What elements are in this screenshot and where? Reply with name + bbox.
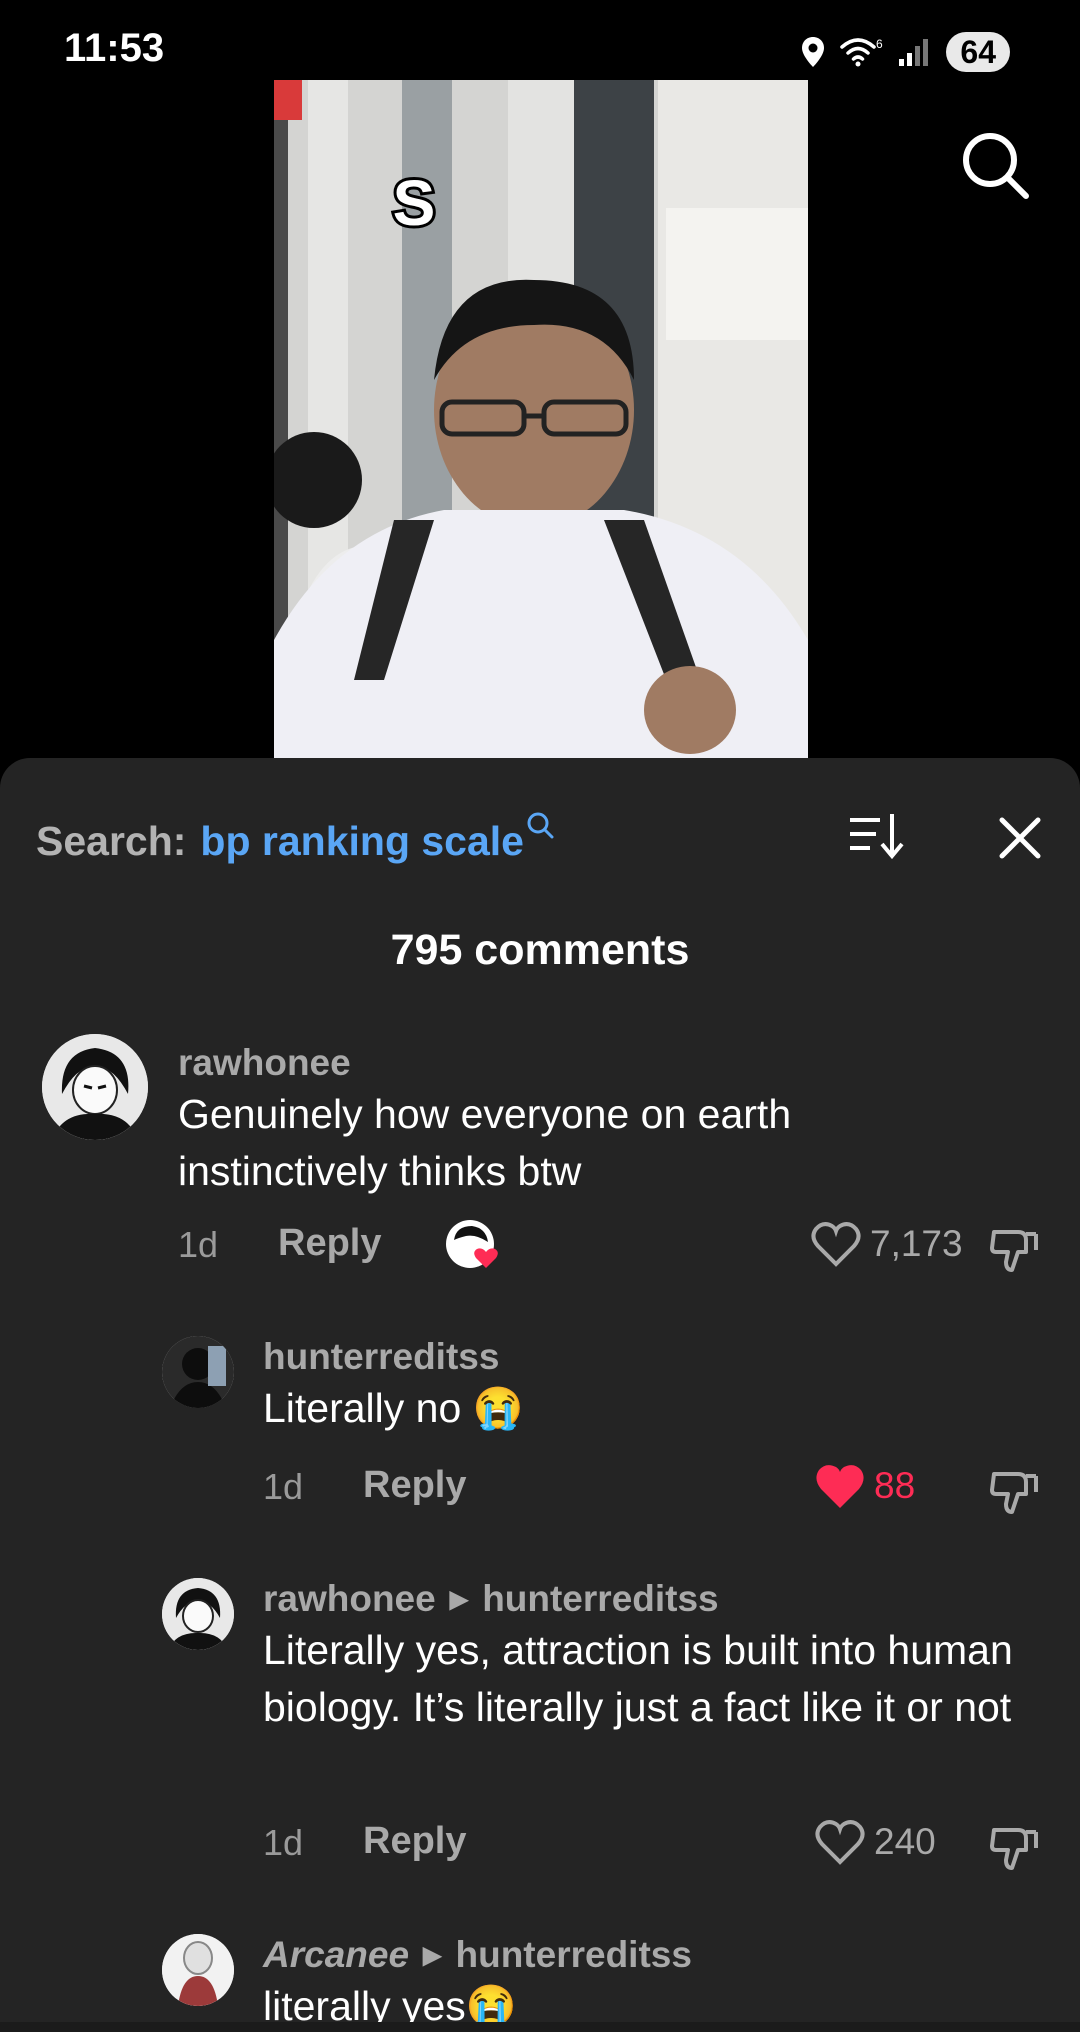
search-query-link[interactable]: bp ranking scale xyxy=(200,818,524,865)
like-count: 7,173 xyxy=(870,1223,963,1264)
dislike-icon[interactable] xyxy=(988,1466,1040,1518)
location-icon xyxy=(802,37,825,67)
comment-username[interactable]: hunterreditss xyxy=(263,1336,499,1378)
like-count: 88 xyxy=(874,1465,916,1506)
comment-username: rawhonee ▶ hunterreditss xyxy=(263,1578,719,1620)
like-button[interactable]: 88 xyxy=(814,1462,915,1510)
dislike-icon[interactable] xyxy=(988,1224,1040,1276)
comments-count: 795 comments xyxy=(390,926,690,974)
comment-author[interactable]: rawhonee xyxy=(263,1578,436,1619)
comment-item: Arcanee ▶ hunterreditss literally yes😭 xyxy=(0,1934,1080,2032)
like-button[interactable]: 240 xyxy=(814,1818,936,1866)
avatar[interactable] xyxy=(162,1336,234,1408)
wifi-icon: 6 xyxy=(840,37,883,67)
comment-age: 1d xyxy=(263,1466,304,1507)
search-query-icon xyxy=(527,812,554,839)
comment-text: Literally no 😭 xyxy=(263,1385,524,1431)
comment-text: Literally yes, attraction is built into … xyxy=(263,1627,1013,1730)
search-suggestion[interactable]: Search: bp ranking scale xyxy=(36,806,554,876)
comments-sheet: Search: bp ranking scale 795 comments ra… xyxy=(0,758,1080,2032)
heart-outline-icon xyxy=(811,1222,861,1267)
signal-icon xyxy=(899,39,929,66)
comment-item: hunterreditss Literally no 😭 1d Reply 88 xyxy=(0,1336,1080,1536)
reply-arrow-icon: ▶ xyxy=(423,1942,442,1969)
creator-liked-icon xyxy=(446,1220,498,1268)
status-time: 11:53 xyxy=(64,26,165,70)
heart-filled-icon xyxy=(816,1465,864,1508)
comment-item: rawhonee ▶ hunterreditss Literally yes, at… xyxy=(0,1578,1080,1888)
avatar[interactable] xyxy=(42,1034,148,1140)
comment-age: 1d xyxy=(263,1822,304,1863)
comment-author[interactable]: Arcanee xyxy=(263,1934,409,1975)
comment-username[interactable]: rawhonee xyxy=(178,1042,351,1084)
dislike-icon[interactable] xyxy=(988,1822,1040,1874)
search-prefix-label: Search: xyxy=(36,817,187,864)
video-frame: S xyxy=(274,80,808,758)
sheet-bottom-edge xyxy=(0,2022,1080,2032)
avatar[interactable] xyxy=(162,1578,234,1650)
status-bar: 11:53 6 64 xyxy=(0,0,1080,80)
svg-text:6: 6 xyxy=(876,37,883,51)
heart-outline-icon xyxy=(815,1820,865,1865)
comment-username: Arcanee ▶ hunterreditss xyxy=(263,1934,692,1976)
search-icon[interactable] xyxy=(960,130,1030,200)
avatar[interactable] xyxy=(162,1934,234,2006)
reply-button[interactable]: Reply xyxy=(363,1820,466,1863)
reply-to-user[interactable]: hunterreditss xyxy=(456,1934,692,1975)
like-count: 240 xyxy=(874,1821,936,1862)
comment-text: Genuinely how everyone on earth instinct… xyxy=(178,1091,792,1194)
status-icons: 6 64 xyxy=(800,32,1010,72)
video-caption: S xyxy=(393,167,436,239)
reply-button[interactable]: Reply xyxy=(363,1464,466,1507)
reply-to-user[interactable]: hunterreditss xyxy=(482,1578,718,1619)
reply-arrow-icon: ▶ xyxy=(449,1586,469,1613)
battery-indicator: 64 xyxy=(946,32,1010,72)
video-preview[interactable]: S xyxy=(274,80,808,758)
reply-button[interactable]: Reply xyxy=(278,1222,381,1265)
close-icon[interactable] xyxy=(988,806,1052,870)
sort-icon[interactable] xyxy=(848,806,904,870)
like-button[interactable]: 7,173 xyxy=(810,1220,963,1268)
comment-item: rawhonee Genuinely how everyone on earth… xyxy=(0,1034,1080,1274)
comment-age: 1d xyxy=(178,1224,219,1265)
